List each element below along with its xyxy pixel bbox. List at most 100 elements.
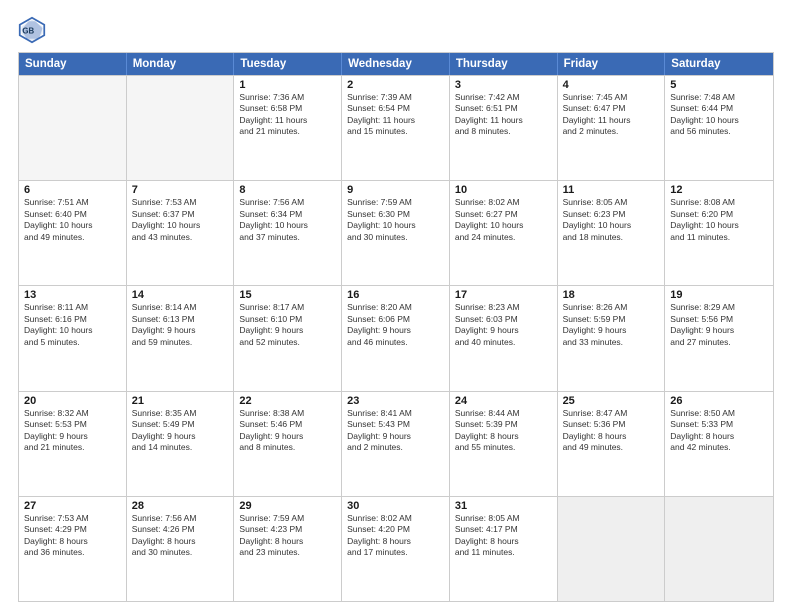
cell-line: Daylight: 9 hours [239,325,336,336]
day-number: 1 [239,79,336,91]
cell-line: Sunset: 4:20 PM [347,524,444,535]
day-number: 4 [563,79,660,91]
calendar-header: SundayMondayTuesdayWednesdayThursdayFrid… [19,53,773,75]
day-cell-10: 10Sunrise: 8:02 AMSunset: 6:27 PMDayligh… [450,181,558,285]
cell-line: Sunrise: 8:02 AM [347,513,444,524]
cell-line: Daylight: 11 hours [455,115,552,126]
day-cell-16: 16Sunrise: 8:20 AMSunset: 6:06 PMDayligh… [342,286,450,390]
cell-line: Sunset: 6:47 PM [563,103,660,114]
cell-line: Sunset: 6:16 PM [24,314,121,325]
day-header-friday: Friday [558,53,666,75]
cell-line: and 2 minutes. [347,442,444,453]
cell-line: Daylight: 8 hours [455,431,552,442]
cell-line: and 11 minutes. [455,547,552,558]
day-number: 10 [455,184,552,196]
cell-line: Sunset: 6:06 PM [347,314,444,325]
cell-line: Sunrise: 7:48 AM [670,92,768,103]
cell-line: Daylight: 8 hours [24,536,121,547]
cell-line: and 46 minutes. [347,337,444,348]
calendar-row-5: 27Sunrise: 7:53 AMSunset: 4:29 PMDayligh… [19,496,773,601]
cell-line: Sunset: 5:33 PM [670,419,768,430]
cell-line: Daylight: 10 hours [24,220,121,231]
cell-line: and 17 minutes. [347,547,444,558]
cell-line: Daylight: 8 hours [563,431,660,442]
cell-line: Sunset: 6:27 PM [455,209,552,220]
day-cell-6: 6Sunrise: 7:51 AMSunset: 6:40 PMDaylight… [19,181,127,285]
day-number: 26 [670,395,768,407]
cell-line: Sunset: 5:36 PM [563,419,660,430]
day-cell-23: 23Sunrise: 8:41 AMSunset: 5:43 PMDayligh… [342,392,450,496]
day-number: 8 [239,184,336,196]
day-header-sunday: Sunday [19,53,127,75]
cell-line: and 56 minutes. [670,126,768,137]
cell-line: and 55 minutes. [455,442,552,453]
cell-line: and 21 minutes. [24,442,121,453]
cell-line: Daylight: 9 hours [239,431,336,442]
day-cell-22: 22Sunrise: 8:38 AMSunset: 5:46 PMDayligh… [234,392,342,496]
empty-cell [19,76,127,180]
cell-line: Daylight: 10 hours [563,220,660,231]
day-cell-24: 24Sunrise: 8:44 AMSunset: 5:39 PMDayligh… [450,392,558,496]
cell-line: and 36 minutes. [24,547,121,558]
cell-line: Sunrise: 8:41 AM [347,408,444,419]
calendar-row-4: 20Sunrise: 8:32 AMSunset: 5:53 PMDayligh… [19,391,773,496]
cell-line: Sunrise: 7:59 AM [239,513,336,524]
day-number: 17 [455,289,552,301]
cell-line: Daylight: 10 hours [24,325,121,336]
day-header-saturday: Saturday [665,53,773,75]
calendar: SundayMondayTuesdayWednesdayThursdayFrid… [18,52,774,602]
cell-line: Sunrise: 8:02 AM [455,197,552,208]
cell-line: Sunset: 5:59 PM [563,314,660,325]
cell-line: Daylight: 10 hours [347,220,444,231]
cell-line: Sunrise: 8:23 AM [455,302,552,313]
day-header-monday: Monday [127,53,235,75]
cell-line: Daylight: 10 hours [670,220,768,231]
day-cell-5: 5Sunrise: 7:48 AMSunset: 6:44 PMDaylight… [665,76,773,180]
cell-line: Sunset: 6:44 PM [670,103,768,114]
day-cell-2: 2Sunrise: 7:39 AMSunset: 6:54 PMDaylight… [342,76,450,180]
day-cell-15: 15Sunrise: 8:17 AMSunset: 6:10 PMDayligh… [234,286,342,390]
cell-line: Sunset: 6:13 PM [132,314,229,325]
cell-line: Daylight: 9 hours [132,325,229,336]
cell-line: Daylight: 9 hours [347,325,444,336]
cell-line: Sunrise: 8:44 AM [455,408,552,419]
day-number: 24 [455,395,552,407]
cell-line: Sunset: 5:39 PM [455,419,552,430]
svg-text:GB: GB [22,27,34,36]
cell-line: Daylight: 10 hours [132,220,229,231]
cell-line: Daylight: 8 hours [347,536,444,547]
cell-line: Sunset: 4:17 PM [455,524,552,535]
day-number: 23 [347,395,444,407]
day-header-tuesday: Tuesday [234,53,342,75]
calendar-row-1: 1Sunrise: 7:36 AMSunset: 6:58 PMDaylight… [19,75,773,180]
cell-line: and 40 minutes. [455,337,552,348]
cell-line: Daylight: 8 hours [239,536,336,547]
cell-line: Sunset: 5:56 PM [670,314,768,325]
cell-line: and 21 minutes. [239,126,336,137]
calendar-row-3: 13Sunrise: 8:11 AMSunset: 6:16 PMDayligh… [19,285,773,390]
cell-line: and 5 minutes. [24,337,121,348]
cell-line: Sunrise: 8:05 AM [563,197,660,208]
day-number: 13 [24,289,121,301]
day-cell-30: 30Sunrise: 8:02 AMSunset: 4:20 PMDayligh… [342,497,450,601]
cell-line: Daylight: 9 hours [132,431,229,442]
empty-cell [665,497,773,601]
cell-line: and 23 minutes. [239,547,336,558]
page: GB SundayMondayTuesdayWednesdayThursdayF… [0,0,792,612]
cell-line: Sunrise: 8:35 AM [132,408,229,419]
day-cell-9: 9Sunrise: 7:59 AMSunset: 6:30 PMDaylight… [342,181,450,285]
cell-line: Sunset: 6:37 PM [132,209,229,220]
day-number: 3 [455,79,552,91]
cell-line: and 2 minutes. [563,126,660,137]
empty-cell [558,497,666,601]
day-number: 5 [670,79,768,91]
cell-line: and 24 minutes. [455,232,552,243]
day-cell-19: 19Sunrise: 8:29 AMSunset: 5:56 PMDayligh… [665,286,773,390]
day-cell-17: 17Sunrise: 8:23 AMSunset: 6:03 PMDayligh… [450,286,558,390]
cell-line: Daylight: 10 hours [670,115,768,126]
cell-line: Sunset: 6:20 PM [670,209,768,220]
day-cell-26: 26Sunrise: 8:50 AMSunset: 5:33 PMDayligh… [665,392,773,496]
day-header-wednesday: Wednesday [342,53,450,75]
day-number: 11 [563,184,660,196]
cell-line: Sunrise: 8:32 AM [24,408,121,419]
